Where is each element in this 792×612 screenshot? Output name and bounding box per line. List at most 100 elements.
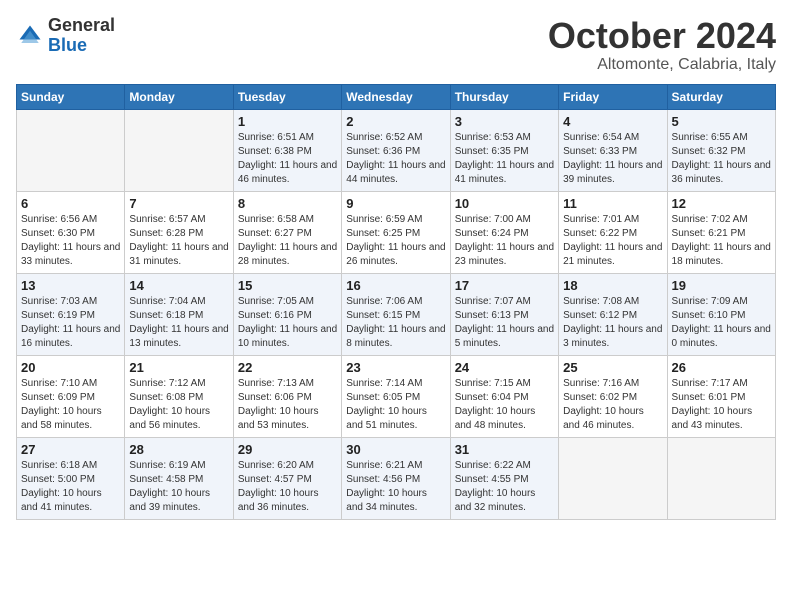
daylight-text: Daylight: 11 hours and 33 minutes. [21, 242, 120, 267]
day-info: Sunrise: 6:59 AM Sunset: 6:25 PM Dayligh… [346, 213, 445, 269]
calendar-cell: 8 Sunrise: 6:58 AM Sunset: 6:27 PM Dayli… [233, 191, 341, 273]
sunset-text: Sunset: 6:09 PM [21, 392, 95, 403]
daylight-text: Daylight: 11 hours and 5 minutes. [455, 324, 554, 349]
sunset-text: Sunset: 6:05 PM [346, 392, 420, 403]
day-info: Sunrise: 7:10 AM Sunset: 6:09 PM Dayligh… [21, 377, 120, 433]
logo-blue-text: Blue [48, 35, 87, 55]
sunrise-text: Sunrise: 7:08 AM [563, 296, 639, 307]
daylight-text: Daylight: 10 hours and 56 minutes. [129, 406, 210, 431]
sunrise-text: Sunrise: 7:01 AM [563, 214, 639, 225]
calendar-subtitle: Altomonte, Calabria, Italy [548, 56, 776, 74]
day-number: 21 [129, 360, 228, 375]
day-info: Sunrise: 6:55 AM Sunset: 6:32 PM Dayligh… [672, 131, 771, 187]
sunrise-text: Sunrise: 7:02 AM [672, 214, 748, 225]
sunset-text: Sunset: 6:06 PM [238, 392, 312, 403]
day-info: Sunrise: 6:53 AM Sunset: 6:35 PM Dayligh… [455, 131, 554, 187]
day-number: 10 [455, 196, 554, 211]
sunset-text: Sunset: 6:25 PM [346, 228, 420, 239]
day-info: Sunrise: 7:16 AM Sunset: 6:02 PM Dayligh… [563, 377, 662, 433]
daylight-text: Daylight: 11 hours and 3 minutes. [563, 324, 662, 349]
day-number: 15 [238, 278, 337, 293]
sunset-text: Sunset: 5:00 PM [21, 474, 95, 485]
daylight-text: Daylight: 10 hours and 34 minutes. [346, 488, 427, 513]
day-number: 22 [238, 360, 337, 375]
calendar-cell: 27 Sunrise: 6:18 AM Sunset: 5:00 PM Dayl… [17, 437, 125, 519]
calendar-body: 1 Sunrise: 6:51 AM Sunset: 6:38 PM Dayli… [17, 109, 776, 519]
daylight-text: Daylight: 11 hours and 0 minutes. [672, 324, 771, 349]
daylight-text: Daylight: 11 hours and 26 minutes. [346, 242, 445, 267]
weekday-header-thursday: Thursday [450, 84, 558, 109]
sunset-text: Sunset: 6:01 PM [672, 392, 746, 403]
day-number: 28 [129, 442, 228, 457]
sunset-text: Sunset: 6:27 PM [238, 228, 312, 239]
sunrise-text: Sunrise: 6:56 AM [21, 214, 97, 225]
sunrise-text: Sunrise: 6:21 AM [346, 460, 422, 471]
calendar-cell: 9 Sunrise: 6:59 AM Sunset: 6:25 PM Dayli… [342, 191, 450, 273]
day-info: Sunrise: 7:12 AM Sunset: 6:08 PM Dayligh… [129, 377, 228, 433]
sunset-text: Sunset: 6:24 PM [455, 228, 529, 239]
day-number: 1 [238, 114, 337, 129]
day-info: Sunrise: 6:18 AM Sunset: 5:00 PM Dayligh… [21, 459, 120, 515]
sunset-text: Sunset: 6:18 PM [129, 310, 203, 321]
calendar-cell: 7 Sunrise: 6:57 AM Sunset: 6:28 PM Dayli… [125, 191, 233, 273]
weekday-header-saturday: Saturday [667, 84, 775, 109]
day-info: Sunrise: 6:58 AM Sunset: 6:27 PM Dayligh… [238, 213, 337, 269]
day-info: Sunrise: 7:17 AM Sunset: 6:01 PM Dayligh… [672, 377, 771, 433]
calendar-week-row: 13 Sunrise: 7:03 AM Sunset: 6:19 PM Dayl… [17, 273, 776, 355]
calendar-cell: 20 Sunrise: 7:10 AM Sunset: 6:09 PM Dayl… [17, 355, 125, 437]
sunset-text: Sunset: 6:13 PM [455, 310, 529, 321]
daylight-text: Daylight: 11 hours and 36 minutes. [672, 160, 771, 185]
sunrise-text: Sunrise: 6:52 AM [346, 132, 422, 143]
title-block: October 2024 Altomonte, Calabria, Italy [548, 16, 776, 74]
day-info: Sunrise: 6:52 AM Sunset: 6:36 PM Dayligh… [346, 131, 445, 187]
weekday-header-tuesday: Tuesday [233, 84, 341, 109]
sunset-text: Sunset: 6:32 PM [672, 146, 746, 157]
day-number: 30 [346, 442, 445, 457]
day-info: Sunrise: 7:05 AM Sunset: 6:16 PM Dayligh… [238, 295, 337, 351]
daylight-text: Daylight: 11 hours and 10 minutes. [238, 324, 337, 349]
day-number: 5 [672, 114, 771, 129]
weekday-header-wednesday: Wednesday [342, 84, 450, 109]
day-number: 19 [672, 278, 771, 293]
logo-icon [16, 22, 44, 50]
day-info: Sunrise: 7:00 AM Sunset: 6:24 PM Dayligh… [455, 213, 554, 269]
calendar-cell: 31 Sunrise: 6:22 AM Sunset: 4:55 PM Dayl… [450, 437, 558, 519]
sunrise-text: Sunrise: 7:05 AM [238, 296, 314, 307]
calendar-cell [559, 437, 667, 519]
day-info: Sunrise: 6:21 AM Sunset: 4:56 PM Dayligh… [346, 459, 445, 515]
sunset-text: Sunset: 6:21 PM [672, 228, 746, 239]
sunset-text: Sunset: 6:04 PM [455, 392, 529, 403]
sunset-text: Sunset: 6:28 PM [129, 228, 203, 239]
daylight-text: Daylight: 11 hours and 39 minutes. [563, 160, 662, 185]
calendar-cell: 15 Sunrise: 7:05 AM Sunset: 6:16 PM Dayl… [233, 273, 341, 355]
sunrise-text: Sunrise: 6:57 AM [129, 214, 205, 225]
day-info: Sunrise: 7:07 AM Sunset: 6:13 PM Dayligh… [455, 295, 554, 351]
daylight-text: Daylight: 11 hours and 8 minutes. [346, 324, 445, 349]
sunset-text: Sunset: 6:16 PM [238, 310, 312, 321]
sunrise-text: Sunrise: 6:59 AM [346, 214, 422, 225]
sunset-text: Sunset: 6:30 PM [21, 228, 95, 239]
daylight-text: Daylight: 11 hours and 46 minutes. [238, 160, 337, 185]
sunrise-text: Sunrise: 7:06 AM [346, 296, 422, 307]
sunset-text: Sunset: 6:38 PM [238, 146, 312, 157]
day-number: 29 [238, 442, 337, 457]
day-number: 17 [455, 278, 554, 293]
logo: General Blue [16, 16, 115, 56]
daylight-text: Daylight: 11 hours and 13 minutes. [129, 324, 228, 349]
day-number: 31 [455, 442, 554, 457]
weekday-header-friday: Friday [559, 84, 667, 109]
calendar-cell: 22 Sunrise: 7:13 AM Sunset: 6:06 PM Dayl… [233, 355, 341, 437]
daylight-text: Daylight: 10 hours and 46 minutes. [563, 406, 644, 431]
day-number: 25 [563, 360, 662, 375]
sunrise-text: Sunrise: 6:53 AM [455, 132, 531, 143]
day-number: 6 [21, 196, 120, 211]
sunrise-text: Sunrise: 6:51 AM [238, 132, 314, 143]
weekday-header-monday: Monday [125, 84, 233, 109]
calendar-cell: 5 Sunrise: 6:55 AM Sunset: 6:32 PM Dayli… [667, 109, 775, 191]
calendar-title: October 2024 [548, 16, 776, 56]
sunrise-text: Sunrise: 7:07 AM [455, 296, 531, 307]
day-number: 13 [21, 278, 120, 293]
day-number: 8 [238, 196, 337, 211]
daylight-text: Daylight: 10 hours and 32 minutes. [455, 488, 536, 513]
sunrise-text: Sunrise: 7:09 AM [672, 296, 748, 307]
